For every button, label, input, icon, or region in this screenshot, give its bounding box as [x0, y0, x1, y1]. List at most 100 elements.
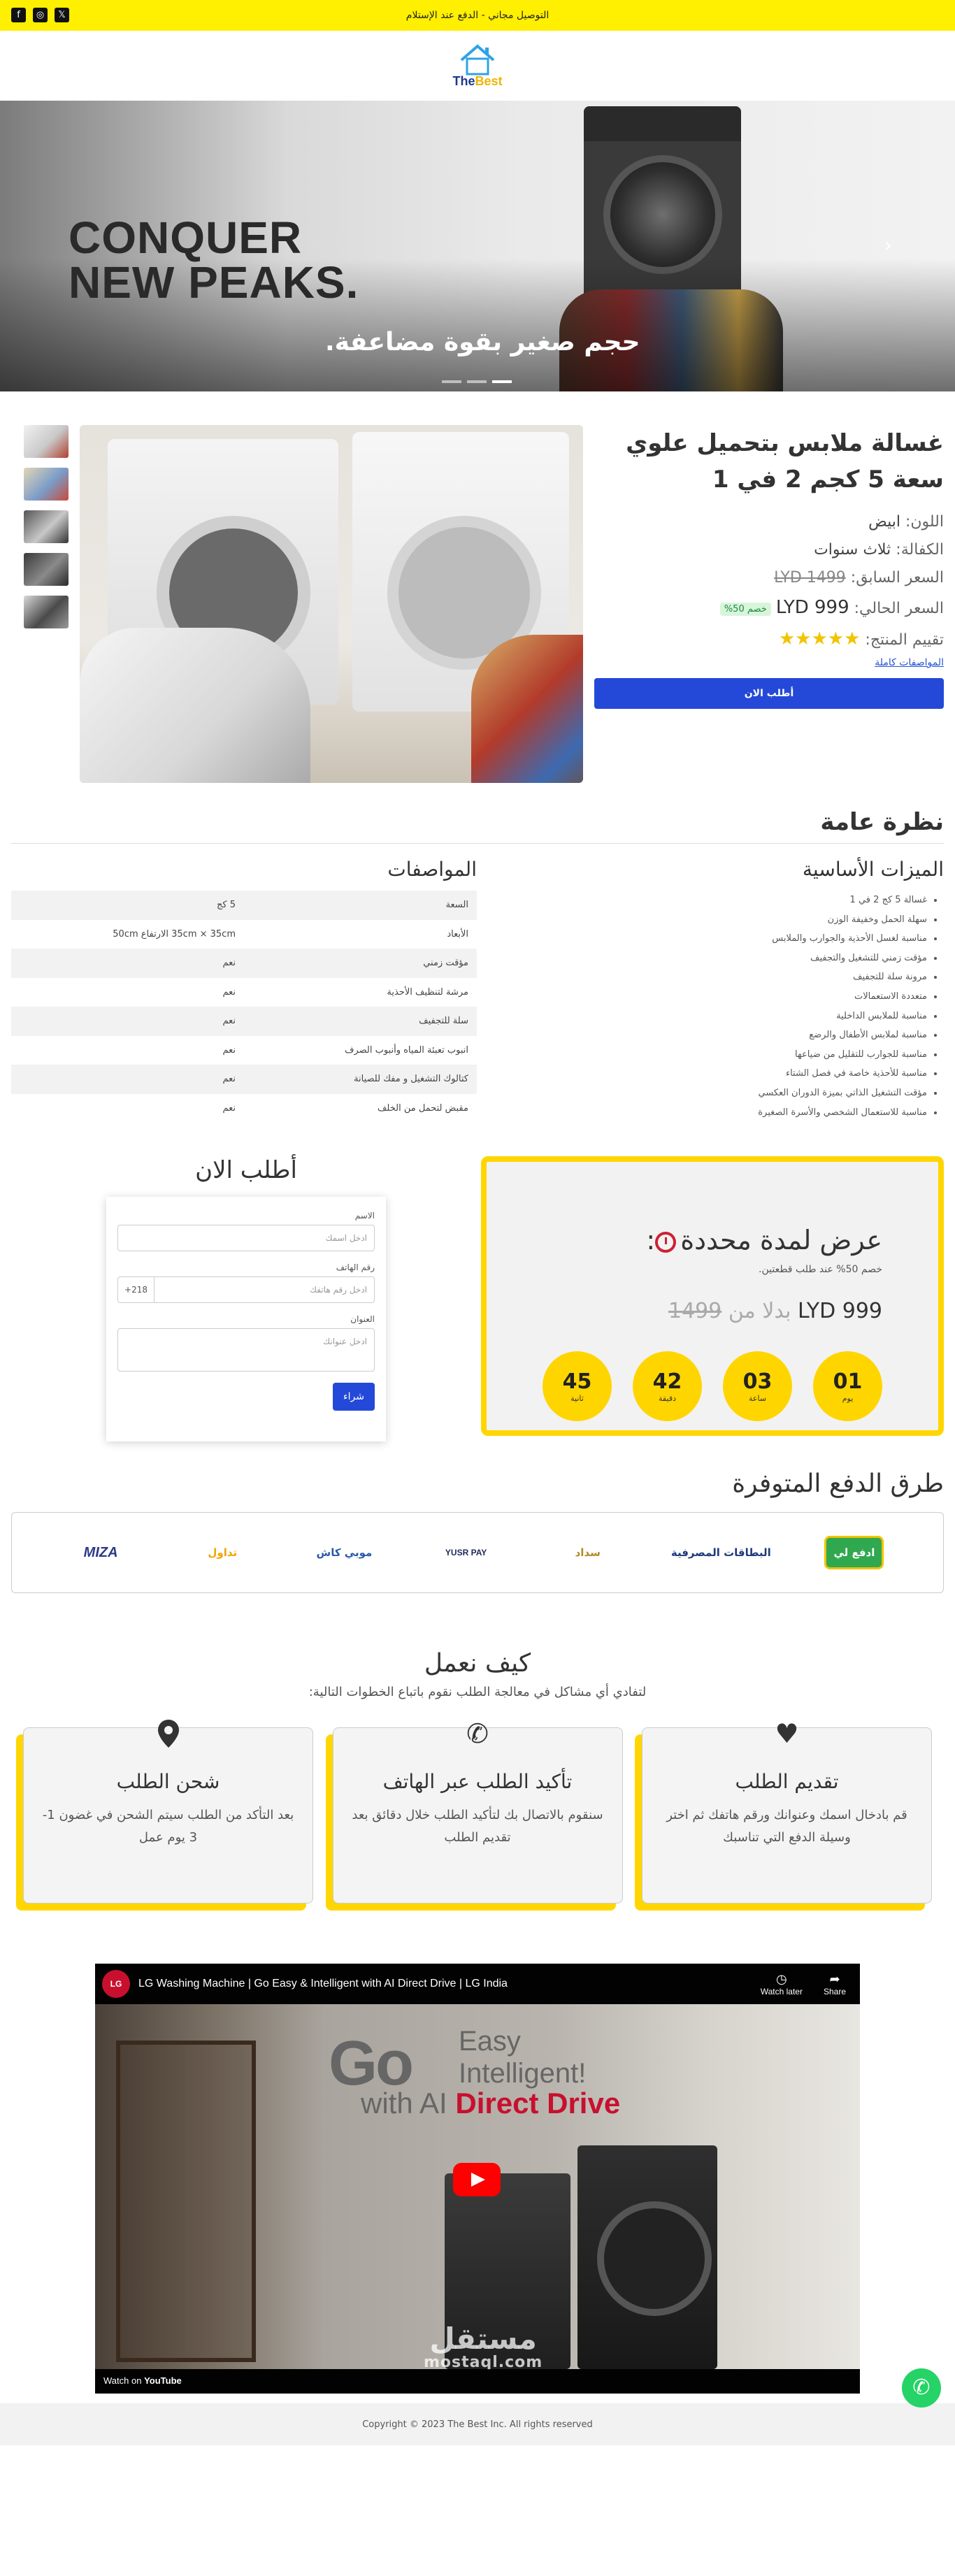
spec-value: نعم — [222, 1016, 236, 1027]
spec-row: الأبعاد 35cm × 35cm الارتفاع 50cm — [11, 920, 477, 949]
spec-row: كتالوك التشغيل و مفك للصيانة نعم — [11, 1065, 477, 1094]
footer: ✆ Copyright © 2023 The Best Inc. All rig… — [0, 2368, 955, 2445]
yusrpay-logo: YUSR PAY — [445, 1548, 487, 1557]
phone-icon: ✆ — [466, 1718, 489, 1749]
product-color: اللون: ابيض — [868, 513, 944, 531]
spec-row: سلة للتجفيف نعم — [11, 1007, 477, 1036]
feature-item: مؤقت التشغيل الذاتي بميزة الدوران العكسي — [490, 1084, 927, 1103]
how-title: كيف نعمل — [424, 1649, 531, 1678]
step-title: تقديم الطلب — [735, 1770, 839, 1793]
offer-order-section: عرض لمدة محددة: خصم 50% عند طلب قطعتين. … — [0, 1123, 955, 1454]
order-form: الاسم ادخل اسمك رقم الهاتف ادخل رقم هاتف… — [106, 1197, 386, 1441]
feature-item: مناسبة لملابس الأطفال والرضع — [490, 1026, 927, 1045]
specs-column: المواصفات السعة 5 كج الأبعاد 35cm × 35cm ال… — [11, 858, 477, 1123]
discount-badge: خصم 50% — [719, 602, 771, 616]
feature-item: مؤقت زمني للتشغيل والتجفيف — [490, 949, 927, 968]
spec-value: 5 كج — [217, 900, 236, 911]
buy-button[interactable]: شراء — [333, 1383, 375, 1411]
step-card: شحن الطلب بعد التأكد من الطلب سيتم الشحن… — [16, 1720, 313, 1911]
phone-input[interactable]: ادخل رقم هاتفك — [154, 1276, 375, 1303]
name-input[interactable]: ادخل اسمك — [117, 1225, 375, 1251]
steps-row: ♥ تقديم الطلب قم بادخال اسمك وعنوانك ورق… — [11, 1718, 944, 1911]
youtube-logo: YouTube — [144, 2375, 182, 2386]
full-specs-link[interactable]: المواصفات كاملة — [594, 657, 944, 668]
countdown-timer: 01 يوم 03 ساعة 42 دقيقة 45 ثانية — [543, 1351, 882, 1421]
share-button[interactable]: ➦ Share — [824, 1972, 846, 1996]
map-pin-icon — [153, 1718, 184, 1749]
spec-key: مقبض لتحمل من الخلف — [377, 1102, 468, 1114]
order-now-button[interactable]: أطلب الان — [594, 678, 944, 709]
step-text: سنقوم بالاتصال بك لتأكيد الطلب خلال دقائ… — [352, 1808, 603, 1845]
miza-logo: MIZA — [83, 1544, 118, 1560]
name-label: الاسم — [354, 1211, 375, 1221]
spec-key: السعة — [445, 900, 468, 911]
product-rating: تقييم المنتج: ★★★★★ — [778, 628, 944, 649]
play-button[interactable] — [453, 2163, 501, 2196]
step-text: بعد التأكد من الطلب سيتم الشحن في غضون 1… — [42, 1808, 294, 1845]
spec-value: نعم — [222, 986, 236, 998]
spec-key: انبوب تعبئة المياه وأنبوب الصرف — [344, 1044, 468, 1056]
tadawul-logo: تداول — [208, 1546, 238, 1559]
youtube-embed[interactable]: Go Easy Intelligent! with AI Direct Drive… — [95, 1964, 860, 2394]
feature-item: مناسبة للجوارب للتقليل من ضياعها — [490, 1045, 927, 1065]
hero-next-arrow[interactable]: › — [884, 233, 892, 257]
product-warranty: الكفالة: ثلاث سنوات — [814, 541, 944, 559]
countdown-value: 03 — [742, 1369, 773, 1394]
product-thumbnail[interactable] — [24, 468, 69, 501]
product-old-price: السعر السابق: LYD 1499 — [774, 569, 944, 587]
lg-channel-icon[interactable]: LG — [102, 1970, 130, 1998]
video-title[interactable]: LG Washing Machine | Go Easy & Intellige… — [138, 1978, 508, 1990]
spec-value: 35cm × 35cm الارتفاع 50cm — [113, 928, 236, 940]
instagram-icon[interactable]: ◎ — [33, 8, 48, 22]
payment-title: طرق الدفع المتوفرة — [732, 1469, 944, 1498]
product-thumbnail[interactable] — [24, 425, 69, 458]
x-twitter-icon[interactable]: 𝕏 — [55, 8, 69, 22]
order-form-column: أطلب الان الاسم ادخل اسمك رقم الهاتف ادخ… — [11, 1156, 481, 1454]
share-icon: ➦ — [829, 1972, 840, 1986]
countdown-value: 45 — [562, 1369, 592, 1394]
logo-house-icon[interactable] — [456, 43, 499, 75]
product-thumbnail[interactable] — [24, 596, 69, 628]
product-info: غسالة ملابس بتحميل علوي سعة 5 كجم 2 في 1… — [594, 425, 944, 783]
step-card: ✆ تأكيد الطلب عبر الهاتف سنقوم بالاتصال … — [325, 1718, 623, 1911]
whatsapp-icon[interactable]: ✆ — [902, 2368, 941, 2408]
offer-title: عرض لمدة محددة: — [646, 1225, 882, 1255]
facebook-icon[interactable]: f — [11, 8, 26, 22]
hero-slider-dots — [442, 380, 512, 383]
step-title: شحن الطلب — [116, 1770, 220, 1793]
watch-later-button[interactable]: ◷ Watch later — [761, 1972, 803, 1996]
feature-item: غسالة 5 كج 2 في 1 — [490, 891, 927, 910]
spec-key: الأبعاد — [447, 928, 468, 940]
countdown-value: 42 — [652, 1369, 682, 1394]
spec-key: كتالوك التشغيل و مفك للصيانة — [354, 1074, 468, 1085]
phone-country-code: +218 — [117, 1276, 154, 1303]
product-thumbnail[interactable] — [24, 553, 69, 586]
countdown-unit: 42 دقيقة — [633, 1351, 702, 1421]
features-title: الميزات الأساسية — [802, 858, 944, 881]
watch-on-youtube[interactable]: Watch on YouTube — [95, 2369, 860, 2394]
adfali-logo: ادفع لي — [816, 1533, 893, 1572]
announcement-text: التوصيل مجاني - الدفع عند الإستلام — [405, 10, 550, 21]
bank-cards-logo: البطاقات المصرفية — [670, 1546, 771, 1559]
product-thumbnails — [24, 425, 69, 783]
overview-title: نظرة عامة — [11, 808, 944, 844]
slider-dot[interactable] — [442, 380, 461, 383]
spec-value: نعم — [222, 1102, 236, 1114]
spec-row: السعة 5 كج — [11, 891, 477, 920]
star-rating-icons: ★★★★★ — [778, 628, 861, 649]
how-lead: لتفادي أي مشاكل في معالجة الطلب نقوم بات… — [308, 1685, 647, 1699]
feature-item: مناسبة للملابس الداخلية — [490, 1007, 927, 1026]
step-title: تأكيد الطلب عبر الهاتف — [382, 1770, 573, 1793]
sadad-logo: سداد — [575, 1546, 601, 1559]
slider-dot-active[interactable] — [492, 380, 512, 383]
video-shelf-image — [116, 2041, 256, 2362]
mostaql-watermark: مستقل mostaql.com — [424, 2322, 543, 2372]
logo-text[interactable]: TheBest — [452, 74, 502, 89]
countdown-label: ساعة — [748, 1393, 767, 1403]
address-textarea[interactable]: ادخل عنوانك — [117, 1328, 375, 1372]
product-thumbnail[interactable] — [24, 510, 69, 543]
spec-row: مقبض لتحمل من الخلف نعم — [11, 1094, 477, 1123]
slider-dot[interactable] — [467, 380, 487, 383]
step-text: قم بادخال اسمك وعنوانك ورقم هاتفك ثم اخت… — [666, 1808, 907, 1845]
site-header: TheBest — [0, 31, 955, 101]
